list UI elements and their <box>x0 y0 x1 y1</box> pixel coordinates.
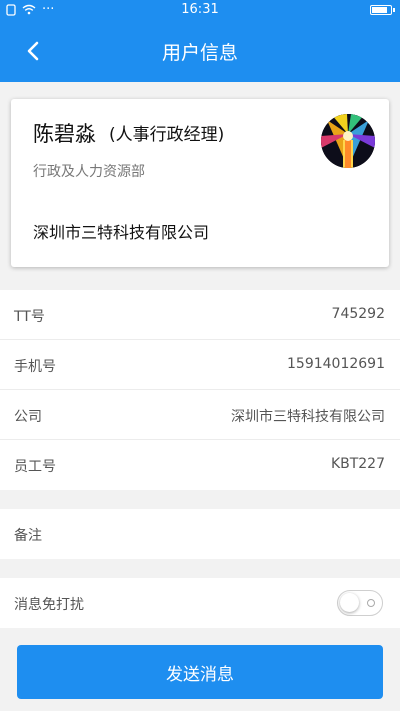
toggle-knob <box>340 593 359 612</box>
page-title: 用户信息 <box>161 42 238 64</box>
phone-label: 手机号 <box>14 359 56 375</box>
tt-row: TT号 745292 <box>0 290 400 340</box>
status-bar: ··· 16:31 <box>0 0 400 20</box>
notes-section: 备注 <box>0 509 400 559</box>
dnd-label: 消息免打扰 <box>14 597 84 613</box>
user-name: 陈碧淼 <box>33 122 96 146</box>
company-value: 深圳市三特科技有限公司 <box>231 409 385 425</box>
notes-label: 备注 <box>14 528 42 544</box>
avatar[interactable] <box>321 114 375 168</box>
dnd-row: 消息免打扰 <box>0 578 400 628</box>
profile-card: 陈碧淼 (人事行政经理) 行政及人力资源部 深圳市三特科技有限公司 <box>11 99 389 267</box>
battery-level <box>372 7 388 13</box>
dnd-toggle[interactable] <box>337 590 383 616</box>
battery-icon <box>370 5 395 15</box>
dnd-section: 消息免打扰 <box>0 578 400 628</box>
employee-id-label: 员工号 <box>14 459 56 475</box>
user-company: 深圳市三特科技有限公司 <box>33 223 210 242</box>
phone-row[interactable]: 手机号 15914012691 <box>0 340 400 390</box>
company-label: 公司 <box>14 409 42 425</box>
notes-row[interactable]: 备注 <box>0 509 400 559</box>
company-row: 公司 深圳市三特科技有限公司 <box>0 390 400 440</box>
toggle-off-icon <box>367 599 375 607</box>
employee-id-value: KBT227 <box>330 456 385 472</box>
details-list: TT号 745292 手机号 15914012691 公司 深圳市三特科技有限公… <box>0 290 400 490</box>
tt-value: 745292 <box>331 306 385 322</box>
user-department: 行政及人力资源部 <box>33 164 145 180</box>
send-message-button[interactable]: 发送消息 <box>17 645 383 699</box>
tt-label: TT号 <box>14 309 45 325</box>
phone-value[interactable]: 15914012691 <box>287 356 385 372</box>
employee-id-row: 员工号 KBT227 <box>0 440 400 490</box>
status-time: 16:31 <box>181 2 219 17</box>
title-bar: 用户信息 <box>0 20 400 82</box>
user-role: (人事行政经理) <box>109 125 225 145</box>
avatar-image <box>321 114 375 168</box>
